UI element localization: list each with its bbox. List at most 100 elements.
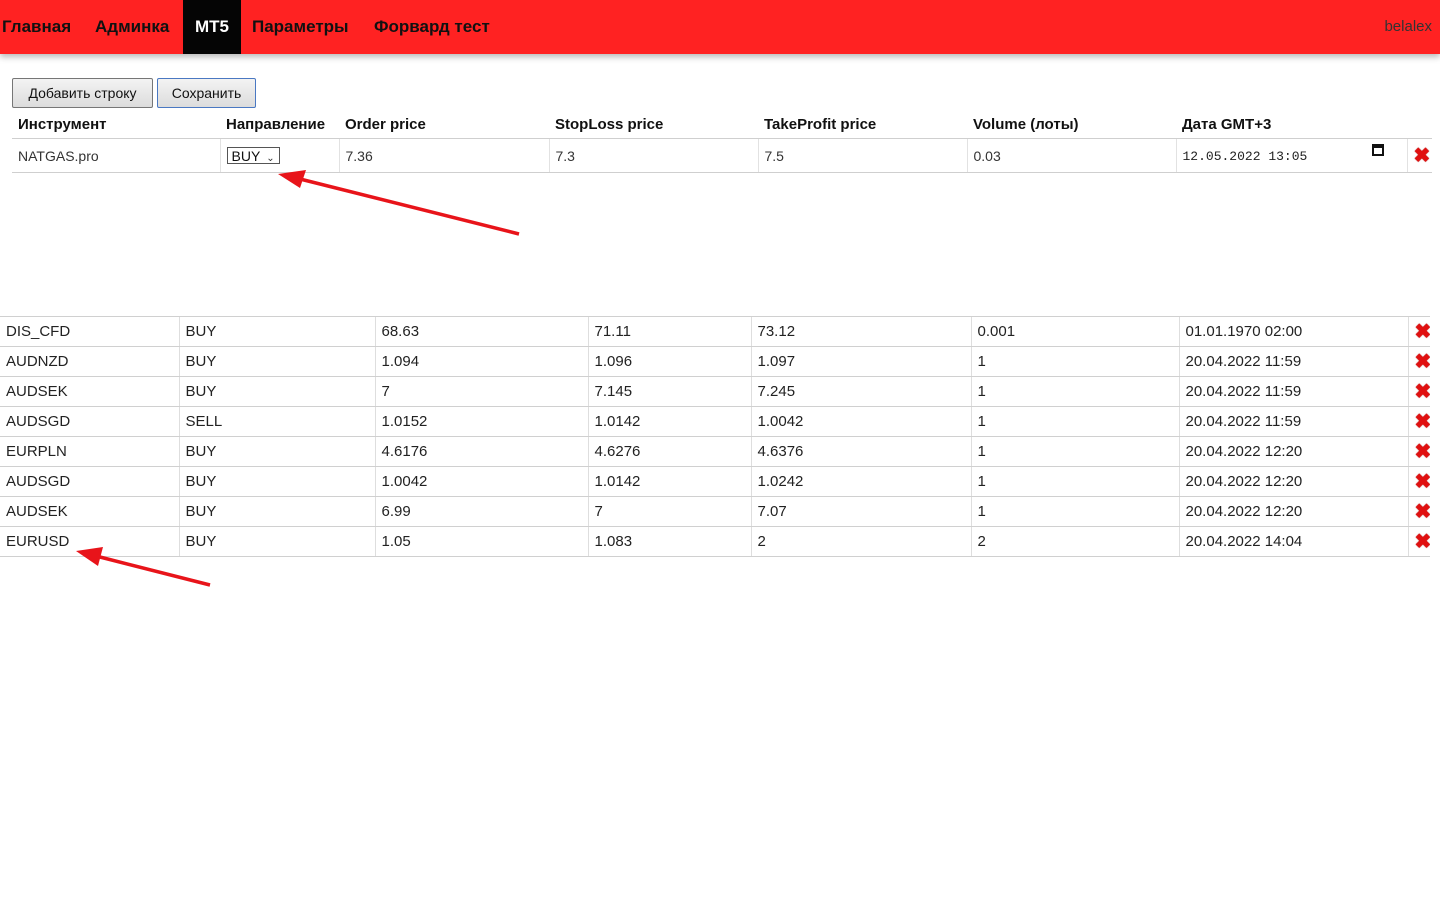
row-date: 20.04.2022 12:20 — [1178, 496, 1408, 527]
nav-item-forward-test[interactable]: Форвард тест — [374, 0, 490, 54]
edit-row: NATGAS.pro BUY ⌄ 7.36 7.3 7.5 0.03 12.05.… — [12, 138, 1432, 173]
row-instrument: AUDSGD — [0, 406, 179, 437]
table-row: AUDSGD SELL 1.0152 1.0142 1.0042 1 20.04.2022 … — [0, 406, 1431, 437]
row-volume: 2 — [970, 526, 1179, 557]
delete-x-icon[interactable]: ✖ — [1414, 146, 1431, 166]
row-date: 20.04.2022 12:20 — [1178, 436, 1408, 467]
row-instrument: EURPLN — [0, 436, 179, 467]
row-instrument: EURUSD — [0, 526, 179, 557]
row-date: 20.04.2022 14:04 — [1178, 526, 1408, 557]
nav-item-mt5[interactable]: MT5 — [183, 0, 241, 54]
header-instrument: Инструмент — [12, 110, 220, 139]
row-takeprofit-price: 7.07 — [750, 496, 971, 527]
delete-x-icon[interactable]: ✖ — [1415, 322, 1431, 342]
order-entry-table: Инструмент Направление Order price StopL… — [12, 110, 1432, 173]
row-date: 20.04.2022 11:59 — [1178, 376, 1408, 407]
row-volume: 0.001 — [970, 316, 1179, 347]
takeprofit-price-field[interactable]: 7.5 — [757, 138, 967, 173]
add-row-button[interactable]: Добавить строку — [12, 78, 153, 108]
row-volume: 1 — [970, 376, 1179, 407]
row-takeprofit-price: 2 — [750, 526, 971, 557]
row-order-price: 68.63 — [374, 316, 588, 347]
username-label[interactable]: belalex — [1384, 0, 1432, 54]
row-instrument: AUDSGD — [0, 466, 179, 497]
delete-x-icon[interactable]: ✖ — [1415, 382, 1431, 402]
calendar-icon[interactable] — [1372, 144, 1384, 156]
table-row: EURUSD BUY 1.05 1.083 2 2 20.04.2022 14:04 ✖ — [0, 526, 1431, 557]
top-navbar: Главная Админка MT5 Параметры Форвард те… — [0, 0, 1440, 54]
table-row: EURPLN BUY 4.6176 4.6276 4.6376 1 20.04.2022 1… — [0, 436, 1431, 467]
chevron-down-icon: ⌄ — [266, 153, 275, 164]
delete-x-icon[interactable]: ✖ — [1415, 532, 1431, 552]
row-takeprofit-price: 1.0242 — [750, 466, 971, 497]
row-stoploss-price: 1.0142 — [587, 406, 751, 437]
date-field-value: 12.05.2022 13:05 — [1182, 149, 1308, 164]
row-takeprofit-price: 1.097 — [750, 346, 971, 377]
delete-cell: ✖ — [1407, 316, 1431, 347]
row-order-price: 1.0042 — [374, 466, 588, 497]
header-actions — [1407, 110, 1432, 139]
row-takeprofit-price: 73.12 — [750, 316, 971, 347]
table-row: AUDSEK BUY 7 7.145 7.245 1 20.04.2022 11:59 ✖ — [0, 376, 1431, 407]
nav-item-home[interactable]: Главная — [2, 0, 71, 54]
header-takeprofit-price: TakeProfit price — [758, 110, 967, 139]
delete-cell: ✖ — [1407, 436, 1431, 467]
direction-select[interactable]: BUY ⌄ — [226, 147, 280, 164]
row-direction: BUY — [178, 526, 375, 557]
row-direction: SELL — [178, 406, 375, 437]
volume-field[interactable]: 0.03 — [966, 138, 1176, 173]
delete-cell: ✖ — [1407, 346, 1431, 377]
order-price-field[interactable]: 7.36 — [338, 138, 549, 173]
delete-x-icon[interactable]: ✖ — [1415, 352, 1431, 372]
row-order-price: 6.99 — [374, 496, 588, 527]
row-order-price: 1.094 — [374, 346, 588, 377]
delete-x-icon[interactable]: ✖ — [1415, 442, 1431, 462]
header-volume: Volume (лоты) — [967, 110, 1176, 139]
table-row: DIS_CFD BUY 68.63 71.11 73.12 0.001 01.01.1970… — [0, 316, 1431, 347]
delete-cell: ✖ — [1406, 138, 1432, 173]
delete-cell: ✖ — [1407, 526, 1431, 557]
row-stoploss-price: 4.6276 — [587, 436, 751, 467]
row-stoploss-price: 7.145 — [587, 376, 751, 407]
table-row: AUDSGD BUY 1.0042 1.0142 1.0242 1 20.04.2022 1… — [0, 466, 1431, 497]
nav-item-parameters[interactable]: Параметры — [252, 0, 349, 54]
row-volume: 1 — [970, 406, 1179, 437]
direction-cell: BUY ⌄ — [219, 138, 339, 173]
header-date: Дата GMT+3 — [1176, 110, 1407, 139]
row-direction: BUY — [178, 316, 375, 347]
row-date: 01.01.1970 02:00 — [1178, 316, 1408, 347]
save-button[interactable]: Сохранить — [157, 78, 256, 108]
row-volume: 1 — [970, 346, 1179, 377]
row-direction: BUY — [178, 496, 375, 527]
delete-x-icon[interactable]: ✖ — [1415, 472, 1431, 492]
row-instrument: DIS_CFD — [0, 316, 179, 347]
direction-select-value: BUY — [231, 148, 261, 164]
row-instrument: AUDSEK — [0, 496, 179, 527]
delete-x-icon[interactable]: ✖ — [1415, 412, 1431, 432]
table-row: AUDNZD BUY 1.094 1.096 1.097 1 20.04.2022 11:5… — [0, 346, 1431, 377]
row-stoploss-price: 1.083 — [587, 526, 751, 557]
row-date: 20.04.2022 11:59 — [1178, 346, 1408, 377]
delete-x-icon[interactable]: ✖ — [1415, 502, 1431, 522]
row-takeprofit-price: 4.6376 — [750, 436, 971, 467]
instrument-field[interactable]: NATGAS.pro — [12, 138, 220, 173]
row-order-price: 7 — [374, 376, 588, 407]
nav-item-admin[interactable]: Админка — [95, 0, 169, 54]
row-stoploss-price: 71.11 — [587, 316, 751, 347]
annotation-arrow-1 — [278, 170, 520, 236]
row-stoploss-price: 7 — [587, 496, 751, 527]
stoploss-price-field[interactable]: 7.3 — [548, 138, 758, 173]
header-direction: Направление — [220, 110, 339, 139]
orders-table: DIS_CFD BUY 68.63 71.11 73.12 0.001 01.01.1970… — [0, 316, 1430, 557]
row-volume: 1 — [970, 496, 1179, 527]
row-order-price: 4.6176 — [374, 436, 588, 467]
row-volume: 1 — [970, 436, 1179, 467]
row-order-price: 1.05 — [374, 526, 588, 557]
delete-cell: ✖ — [1407, 496, 1431, 527]
row-instrument: AUDSEK — [0, 376, 179, 407]
table-header-row: Инструмент Направление Order price StopL… — [12, 110, 1432, 139]
delete-cell: ✖ — [1407, 406, 1431, 437]
row-instrument: AUDNZD — [0, 346, 179, 377]
row-direction: BUY — [178, 466, 375, 497]
row-stoploss-price: 1.0142 — [587, 466, 751, 497]
